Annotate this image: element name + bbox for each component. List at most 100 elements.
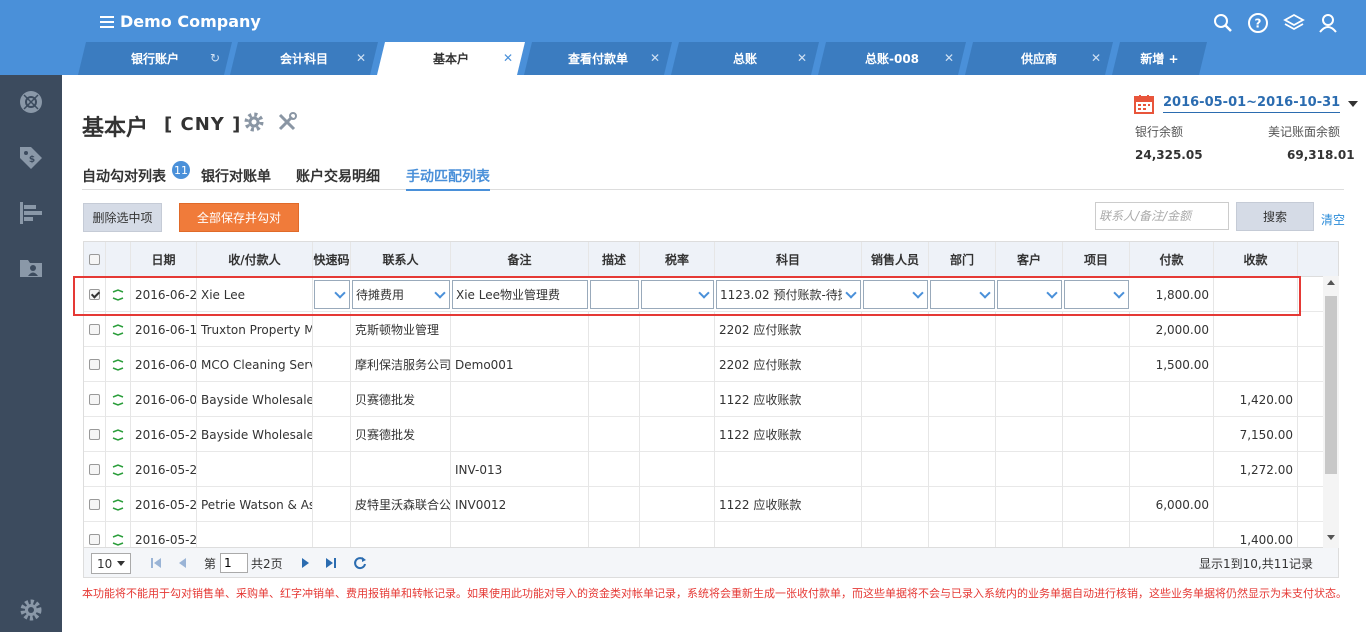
payment-cell [1130, 522, 1214, 547]
tab-bank-accounts[interactable]: 银行账户 ↻ [78, 42, 232, 75]
tab-label: 总账 [732, 52, 757, 66]
row-checkbox[interactable] [89, 464, 100, 475]
table-row[interactable]: 2016-06-17Truxton Property M 克斯顿物业管理 2202 … [84, 312, 1324, 347]
date-range-picker[interactable]: 2016-05-01~2016-10-31 [1133, 93, 1359, 115]
row-checkbox[interactable] [89, 394, 100, 405]
refresh-icon[interactable]: ↻ [210, 51, 220, 65]
help-icon[interactable]: ? [1247, 12, 1269, 34]
search-button[interactable]: 搜索 [1236, 202, 1314, 231]
subtab-transactions[interactable]: 账户交易明细 [296, 166, 380, 186]
search-input[interactable] [1095, 202, 1229, 230]
col-quickcode[interactable]: 快速码 [313, 242, 351, 277]
payee-cell: Petrie Watson & As [197, 487, 313, 522]
account-cell: 2202 应付账款 [715, 312, 862, 347]
tab-basic-account[interactable]: 基本户 ✕ [377, 42, 525, 75]
col-project[interactable]: 项目 [1063, 242, 1130, 277]
save-all-match-button[interactable]: 全部保存并勾对 [179, 203, 299, 232]
first-page-icon[interactable] [146, 553, 166, 573]
bank-balance-label: 银行余额 [1135, 125, 1184, 139]
table-row[interactable]: 2016-06-01Bayside Wholesale 贝赛德批发 1122 应收账… [84, 382, 1324, 417]
scroll-down-icon[interactable] [1323, 530, 1339, 544]
layers-icon[interactable] [1283, 12, 1305, 34]
tab-chart-of-accounts[interactable]: 会计科目 ✕ [230, 42, 378, 75]
table-row[interactable]: 2016-06-01MCO Cleaning Serv 摩利保洁服务公司Demo0… [84, 347, 1324, 382]
close-icon[interactable]: ✕ [1091, 51, 1101, 65]
page-size-select[interactable]: 10 [91, 553, 131, 574]
search-icon[interactable] [1212, 12, 1234, 34]
delete-selected-button[interactable]: 删除选中项 [83, 203, 162, 232]
quickcode-cell [313, 522, 351, 547]
calendar-icon[interactable] [1133, 93, 1155, 115]
col-payee[interactable]: 收/付款人 [197, 242, 313, 277]
scrollbar-thumb[interactable] [1325, 296, 1337, 474]
tab-label: 新增 + [1140, 52, 1179, 66]
col-date[interactable]: 日期 [131, 242, 197, 277]
col-description[interactable]: 描述 [589, 242, 640, 277]
dashboard-icon[interactable] [18, 89, 44, 115]
tab-view-payments[interactable]: 查看付款单 ✕ [524, 42, 672, 75]
tab-general-ledger-008[interactable]: 总账-008 ✕ [818, 42, 966, 75]
close-icon[interactable]: ✕ [503, 51, 513, 65]
chevron-down-icon[interactable] [117, 561, 125, 566]
memo-cell [451, 522, 589, 547]
tab-suppliers[interactable]: 供应商 ✕ [965, 42, 1113, 75]
receipt-cell: 1,272.00 [1214, 452, 1298, 487]
project-cell [1063, 522, 1130, 547]
clear-link[interactable]: 清空 [1321, 211, 1345, 228]
scroll-up-icon[interactable] [1323, 276, 1339, 290]
hamburger-icon[interactable] [100, 15, 114, 28]
bank-balance-value: 24,325.05 [1135, 148, 1203, 162]
account-cell [715, 522, 862, 547]
settings-gear-icon[interactable] [18, 597, 44, 623]
next-page-icon[interactable] [296, 553, 316, 573]
quickcode-cell [313, 487, 351, 522]
subtab-manual-match[interactable]: 手动匹配列表 [406, 166, 490, 191]
date-range-text[interactable]: 2016-05-01~2016-10-31 [1163, 95, 1341, 113]
sales-tag-icon[interactable]: $ [18, 145, 44, 171]
company-menu[interactable]: Demo Company [100, 12, 261, 31]
salesperson-cell [862, 452, 929, 487]
page-number-input[interactable] [220, 553, 248, 573]
row-checkbox[interactable] [89, 359, 100, 370]
close-icon[interactable]: ✕ [650, 51, 660, 65]
row-checkbox[interactable] [89, 534, 100, 545]
last-page-icon[interactable] [321, 553, 341, 573]
table-row[interactable]: 2016-05-22Bayside Wholesale 贝赛德批发 1122 应收账… [84, 417, 1324, 452]
col-contact[interactable]: 联系人 [351, 242, 451, 277]
select-all-checkbox[interactable] [89, 254, 100, 265]
row-checkbox[interactable] [89, 429, 100, 440]
project-cell [1063, 382, 1130, 417]
chevron-down-icon[interactable] [1348, 101, 1359, 107]
close-icon[interactable]: ✕ [356, 51, 366, 65]
col-receipt[interactable]: 收款 [1214, 242, 1298, 277]
match-arrow-icon [112, 393, 124, 406]
col-account[interactable]: 科目 [715, 242, 862, 277]
tools-icon[interactable] [276, 111, 298, 133]
table-row[interactable]: 2016-05-22 1,400.00 [84, 522, 1324, 547]
col-memo[interactable]: 备注 [451, 242, 589, 277]
subtab-bank-statement[interactable]: 银行对账单 [201, 166, 271, 186]
col-tax-rate[interactable]: 税率 [640, 242, 715, 277]
prev-page-icon[interactable] [172, 553, 192, 573]
refresh-icon[interactable] [350, 553, 370, 573]
col-department[interactable]: 部门 [929, 242, 996, 277]
row-checkbox[interactable] [89, 499, 100, 510]
tab-new[interactable]: 新增 + [1112, 42, 1207, 75]
close-icon[interactable]: ✕ [797, 51, 807, 65]
contacts-folder-icon[interactable] [18, 255, 44, 281]
col-customer[interactable]: 客户 [996, 242, 1063, 277]
tab-general-ledger[interactable]: 总账 ✕ [671, 42, 819, 75]
gear-icon[interactable] [243, 111, 265, 133]
user-icon[interactable] [1317, 12, 1339, 34]
reports-icon[interactable] [18, 200, 44, 226]
subtab-auto-match[interactable]: 自动勾对列表 [82, 166, 166, 186]
col-payment[interactable]: 付款 [1130, 242, 1214, 277]
table-row[interactable]: 2016-05-22Petrie Watson & As 皮特里沃森联合公INV0… [84, 487, 1324, 522]
table-row[interactable]: 2016-05-22 INV-013 1,272.00 [84, 452, 1324, 487]
vertical-scrollbar[interactable] [1323, 276, 1339, 548]
row-checkbox[interactable] [89, 324, 100, 335]
customer-cell [996, 382, 1063, 417]
col-salesperson[interactable]: 销售人员 [862, 242, 929, 277]
close-icon[interactable]: ✕ [944, 51, 954, 65]
match-arrow-icon [112, 533, 124, 546]
